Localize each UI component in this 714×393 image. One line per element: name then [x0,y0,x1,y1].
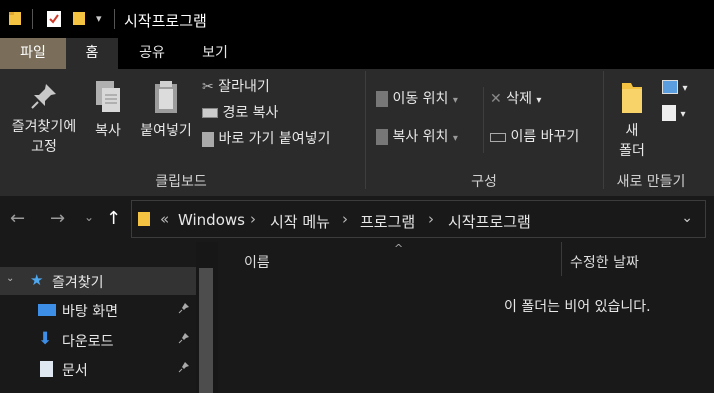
file-list: ^ 이름 수정한 날짜 이 폴더는 비어 있습니다. [218,242,714,393]
copy-label: 복사 [95,123,121,139]
nav-label-desktop: 바탕 화면 [62,304,118,320]
breadcrumb-start-menu[interactable]: 시작 메뉴 [270,211,330,232]
chevron-right-icon[interactable]: › [342,210,348,228]
chevron-right-icon[interactable]: › [250,210,256,228]
chevron-down-icon: ▾ [452,133,458,144]
copy-to-icon [376,129,388,145]
tab-file[interactable]: 파일 [0,38,66,69]
tab-home[interactable]: 홈 [66,38,118,69]
chevron-down-icon[interactable]: ⌄ [6,273,14,284]
properties-icon[interactable] [46,10,62,32]
chevron-down-icon[interactable]: ⌄ [681,210,693,226]
desktop-icon [38,304,56,316]
ribbon: 즐겨찾기에 고정 복사 붙여넣기 ✂ 잘라내기 경로 복사 바로 가기 붙여넣기… [0,69,714,196]
column-header-date-modified[interactable]: 수정한 날짜 [570,252,639,272]
copy-path-button[interactable]: 경로 복사 [202,103,278,123]
star-icon: ★ [30,271,44,289]
folder-icon [8,10,22,30]
easy-access-icon [662,105,676,121]
customize-quick-access-icon[interactable]: ▾ [96,12,102,25]
clipboard-icon [155,81,177,113]
copy-to-label: 복사 위치 [392,129,449,145]
move-to-button[interactable]: 이동 위치 ▾ [376,89,458,111]
new-item-icon [662,80,678,94]
navigation-scrollbar[interactable] [196,242,218,393]
new-item-button[interactable]: ▾ [662,77,687,99]
nav-item-downloads[interactable]: ⬇ 다운로드 [0,326,196,354]
copy-icon [96,81,120,112]
new-folder-button[interactable]: 새 폴더 [612,79,652,161]
pin-icon[interactable] [178,302,190,318]
chevron-down-icon: ▾ [452,95,458,106]
copy-button[interactable]: 복사 [88,79,128,141]
scrollbar-thumb[interactable] [199,268,213,393]
chevron-down-icon: ▾ [682,83,688,94]
new-folder-icon [622,83,642,113]
cut-label: 잘라내기 [218,79,270,95]
title-bar: ▾ 시작프로그램 [0,0,714,38]
paste-shortcut-icon [202,131,214,147]
nav-item-documents[interactable]: 문서 [0,355,196,383]
move-to-label: 이동 위치 [392,91,449,107]
delete-label: 삭제 [506,91,532,107]
nav-label-documents: 문서 [62,363,88,379]
ribbon-tabs: 파일 홈 공유 보기 [0,38,714,69]
column-divider[interactable] [561,242,562,276]
copy-to-button[interactable]: 복사 위치 ▾ [376,127,458,149]
column-header-name[interactable]: 이름 [244,252,270,272]
nav-item-desktop[interactable]: 바탕 화면 [0,296,196,324]
folder-icon [138,211,150,230]
up-arrow-icon[interactable]: ↑ [106,208,121,229]
breadcrumb-windows[interactable]: Windows [178,211,245,229]
pin-quick-access-button[interactable]: 즐겨찾기에 고정 [4,81,84,157]
navigation-pane: ⌄ ★ 즐겨찾기 바탕 화면 ⬇ 다운로드 문서 [0,242,196,393]
pin-icon[interactable] [178,332,190,348]
rename-icon [490,132,506,142]
chevron-down-icon: ▾ [680,109,686,120]
document-icon [40,361,53,377]
sort-ascending-icon: ^ [394,242,404,255]
window-title: 시작프로그램 [124,12,207,30]
paste-label: 붙여넣기 [140,123,192,139]
nav-item-quick-access[interactable]: ⌄ ★ 즐겨찾기 [0,267,196,295]
nav-label-downloads: 다운로드 [62,334,114,350]
nav-label-quick-access: 즐겨찾기 [52,275,104,291]
delete-button[interactable]: ✕ 삭제 ▾ [490,89,541,111]
pin-label-2: 고정 [31,139,57,155]
new-group-label: 새로 만들기 [616,174,686,190]
breadcrumb-programs[interactable]: 프로그램 [360,211,415,232]
pin-icon [31,84,56,109]
cut-button[interactable]: ✂ 잘라내기 [202,77,270,97]
organize-group-label: 구성 [471,174,497,190]
recent-locations-chevron-icon[interactable]: ⌄ [84,210,94,224]
chevron-right-icon[interactable]: › [428,210,434,228]
pin-icon[interactable] [178,361,190,377]
paste-shortcut-label: 바로 가기 붙여넣기 [218,131,331,147]
easy-access-button[interactable]: ▾ [662,103,685,125]
tab-share[interactable]: 공유 [122,38,182,69]
move-to-icon [376,91,388,107]
breadcrumb-startup[interactable]: 시작프로그램 [448,211,531,232]
empty-folder-message: 이 폴더는 비어 있습니다. [504,299,651,315]
rename-label: 이름 바꾸기 [510,129,580,145]
download-arrow-icon: ⬇ [38,329,53,349]
pin-label-1: 즐겨찾기에 [11,119,77,135]
rename-button[interactable]: 이름 바꾸기 [490,127,579,147]
back-arrow-icon[interactable]: ← [10,208,25,229]
new-folder-label-2: 폴더 [619,143,645,159]
paste-shortcut-button[interactable]: 바로 가기 붙여넣기 [202,129,330,149]
overflow-chevron-icon[interactable]: « [160,210,169,228]
copy-path-label: 경로 복사 [222,105,279,121]
new-folder-quick-icon[interactable] [72,10,86,30]
forward-arrow-icon[interactable]: → [50,208,65,229]
paste-button[interactable]: 붙여넣기 [134,79,198,141]
clipboard-group-label: 클립보드 [155,174,207,190]
copy-path-icon [202,108,218,118]
scissors-icon: ✂ [202,79,214,95]
chevron-down-icon: ▾ [536,95,542,106]
new-folder-label-1: 새 [625,123,639,139]
tab-view[interactable]: 보기 [186,38,244,69]
address-bar[interactable]: « Windows › 시작 메뉴 › 프로그램 › 시작프로그램 ⌄ [131,200,706,238]
delete-icon: ✕ [490,91,502,107]
